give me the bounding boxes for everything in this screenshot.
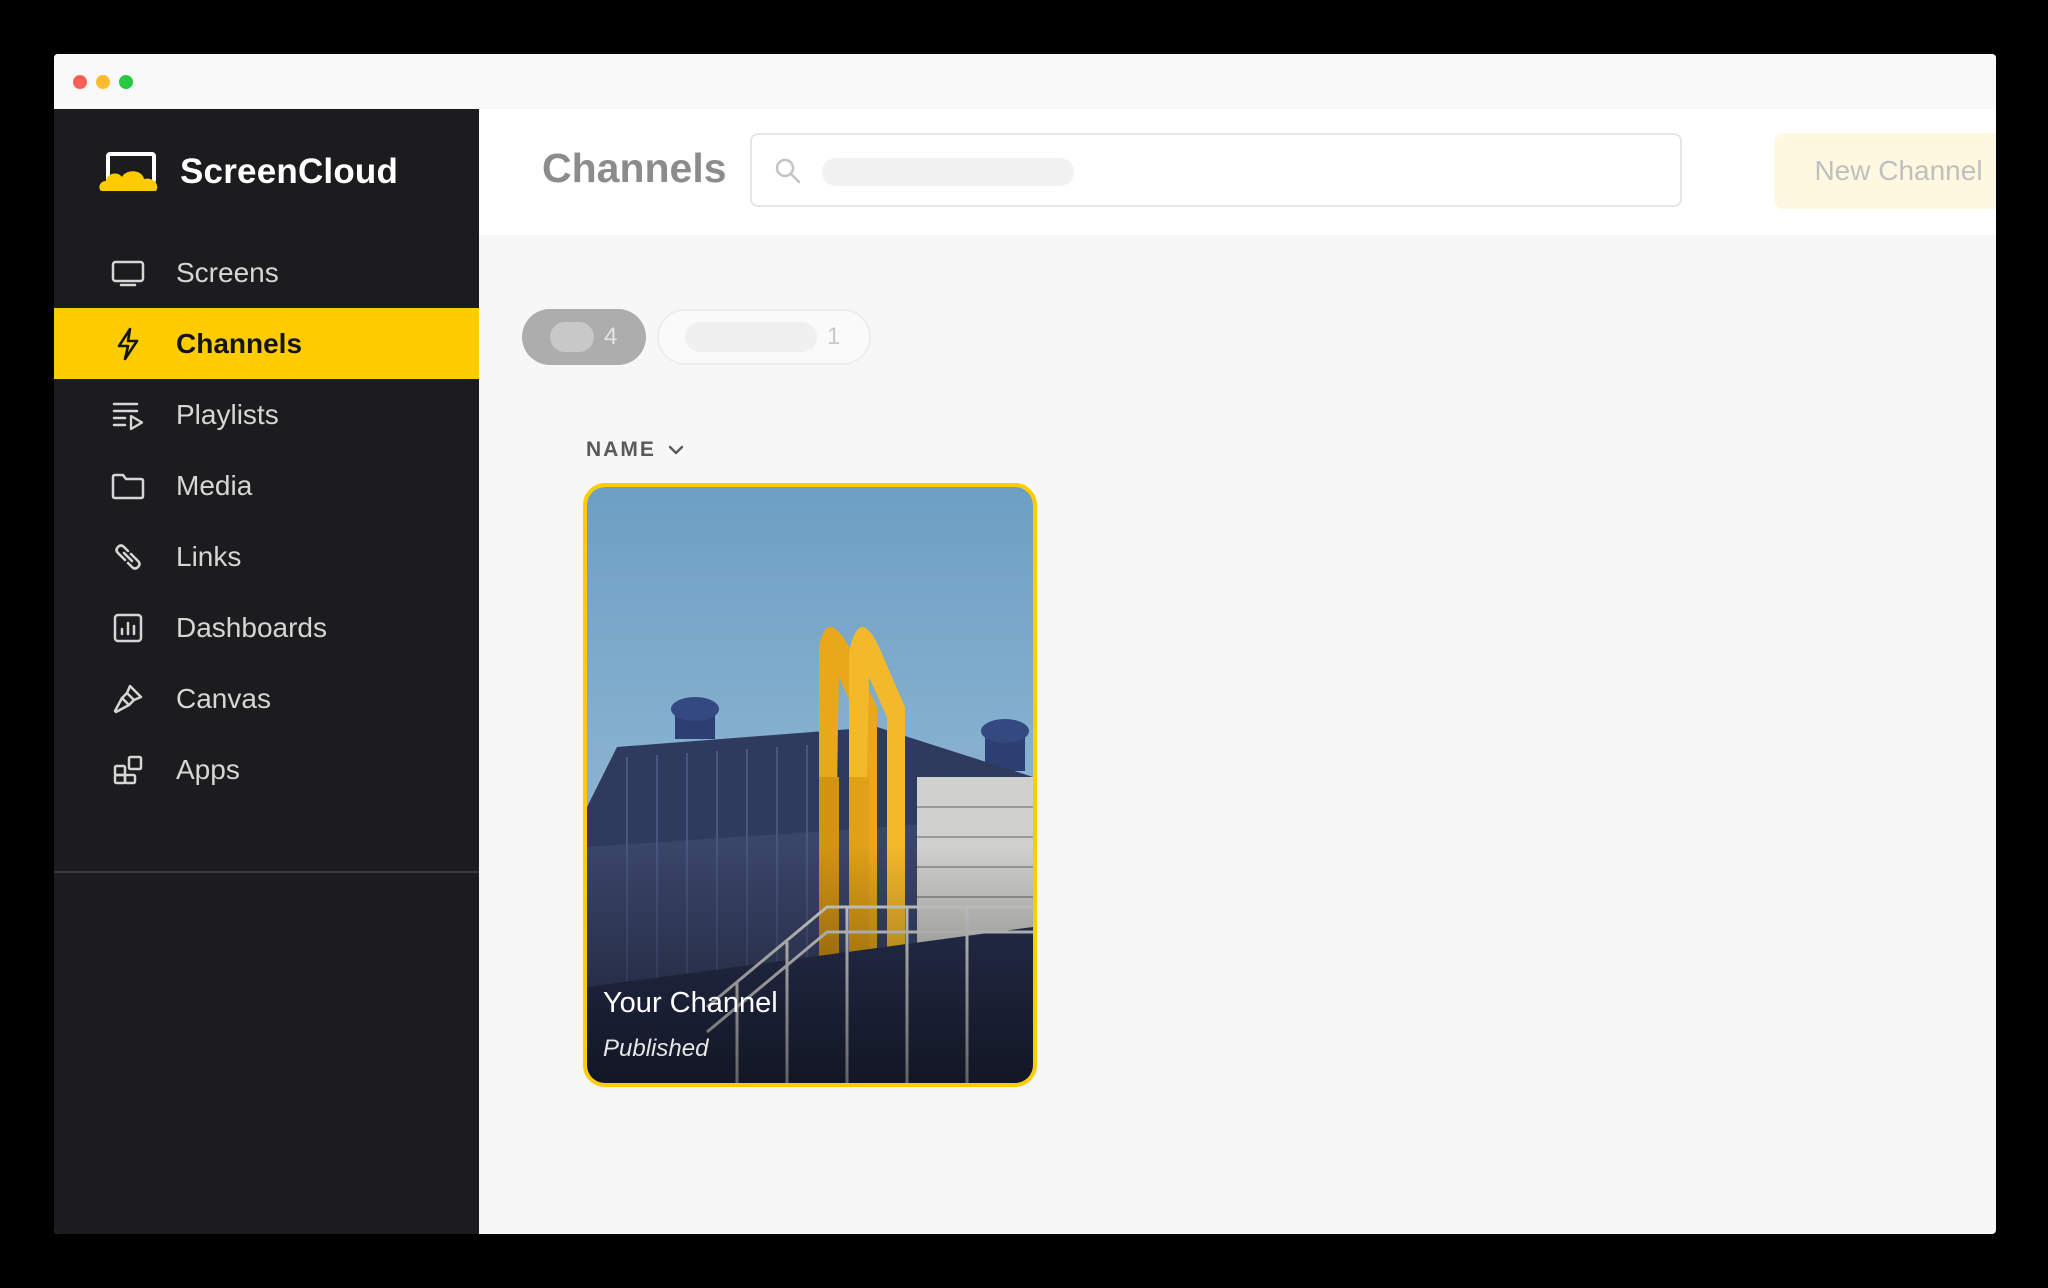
sidebar-item-apps[interactable]: Apps: [54, 734, 479, 805]
app-window: ScreenCloud Screens Channels Playlists M…: [54, 54, 1996, 1234]
minimize-window-button[interactable]: [96, 75, 110, 89]
link-icon: [109, 538, 147, 576]
close-window-button[interactable]: [73, 75, 87, 89]
monitor-icon: [109, 254, 147, 292]
screencloud-logo-icon: [98, 151, 162, 193]
filter-count: 1: [827, 323, 841, 350]
sidebar-item-label: Dashboards: [176, 611, 327, 643]
sidebar-item-links[interactable]: Links: [54, 521, 479, 592]
lightning-icon: [109, 325, 147, 363]
app-logo[interactable]: ScreenCloud: [98, 147, 398, 197]
search-icon: [774, 157, 802, 190]
channel-card[interactable]: Your Channel Published: [583, 483, 1037, 1087]
sidebar-item-label: Links: [176, 540, 242, 572]
playlist-icon: [109, 396, 147, 434]
page-title: Channels: [542, 145, 727, 191]
sidebar-item-label: Apps: [176, 753, 240, 785]
filter-pill-secondary[interactable]: 1: [657, 309, 871, 365]
new-channel-button[interactable]: New Channel: [1774, 133, 1996, 209]
window-titlebar: [54, 54, 1996, 110]
channel-name: Your Channel: [603, 987, 778, 1019]
chevron-down-icon: [656, 438, 684, 462]
sidebar-item-playlists[interactable]: Playlists: [54, 379, 479, 450]
filter-label-skeleton: [685, 322, 817, 352]
brush-icon: [109, 680, 147, 718]
app-name: ScreenCloud: [180, 152, 399, 191]
sidebar-item-screens[interactable]: Screens: [54, 237, 479, 308]
sort-label: NAME: [586, 438, 656, 461]
sidebar-item-label: Canvas: [176, 682, 271, 714]
sidebar: ScreenCloud Screens Channels Playlists M…: [54, 109, 479, 1234]
filter-pill-all[interactable]: 4: [522, 309, 646, 365]
sidebar-item-label: Media: [176, 469, 253, 501]
search-input[interactable]: [822, 151, 1646, 193]
folder-icon: [109, 467, 147, 505]
sidebar-item-channels[interactable]: Channels: [54, 308, 479, 379]
zoom-window-button[interactable]: [119, 75, 133, 89]
filter-count: 4: [604, 323, 618, 350]
apps-icon: [109, 751, 147, 789]
main-content: Channels New Channel 4 1 NAME Your Chann…: [479, 109, 1996, 1234]
search-box[interactable]: [750, 133, 1682, 207]
sidebar-item-label: Screens: [176, 256, 279, 288]
filter-label-skeleton: [550, 322, 594, 352]
sidebar-divider: [54, 871, 479, 873]
sidebar-item-label: Playlists: [176, 398, 279, 430]
sidebar-item-media[interactable]: Media: [54, 450, 479, 521]
sidebar-nav: Screens Channels Playlists Media Links D…: [54, 237, 479, 805]
page-header: Channels New Channel: [479, 109, 1996, 235]
sidebar-item-dashboards[interactable]: Dashboards: [54, 592, 479, 663]
sidebar-item-label: Channels: [176, 327, 303, 359]
channel-status: Published: [603, 1035, 709, 1062]
sidebar-item-canvas[interactable]: Canvas: [54, 663, 479, 734]
sort-by-name[interactable]: NAME: [586, 438, 684, 462]
dashboard-icon: [109, 609, 147, 647]
